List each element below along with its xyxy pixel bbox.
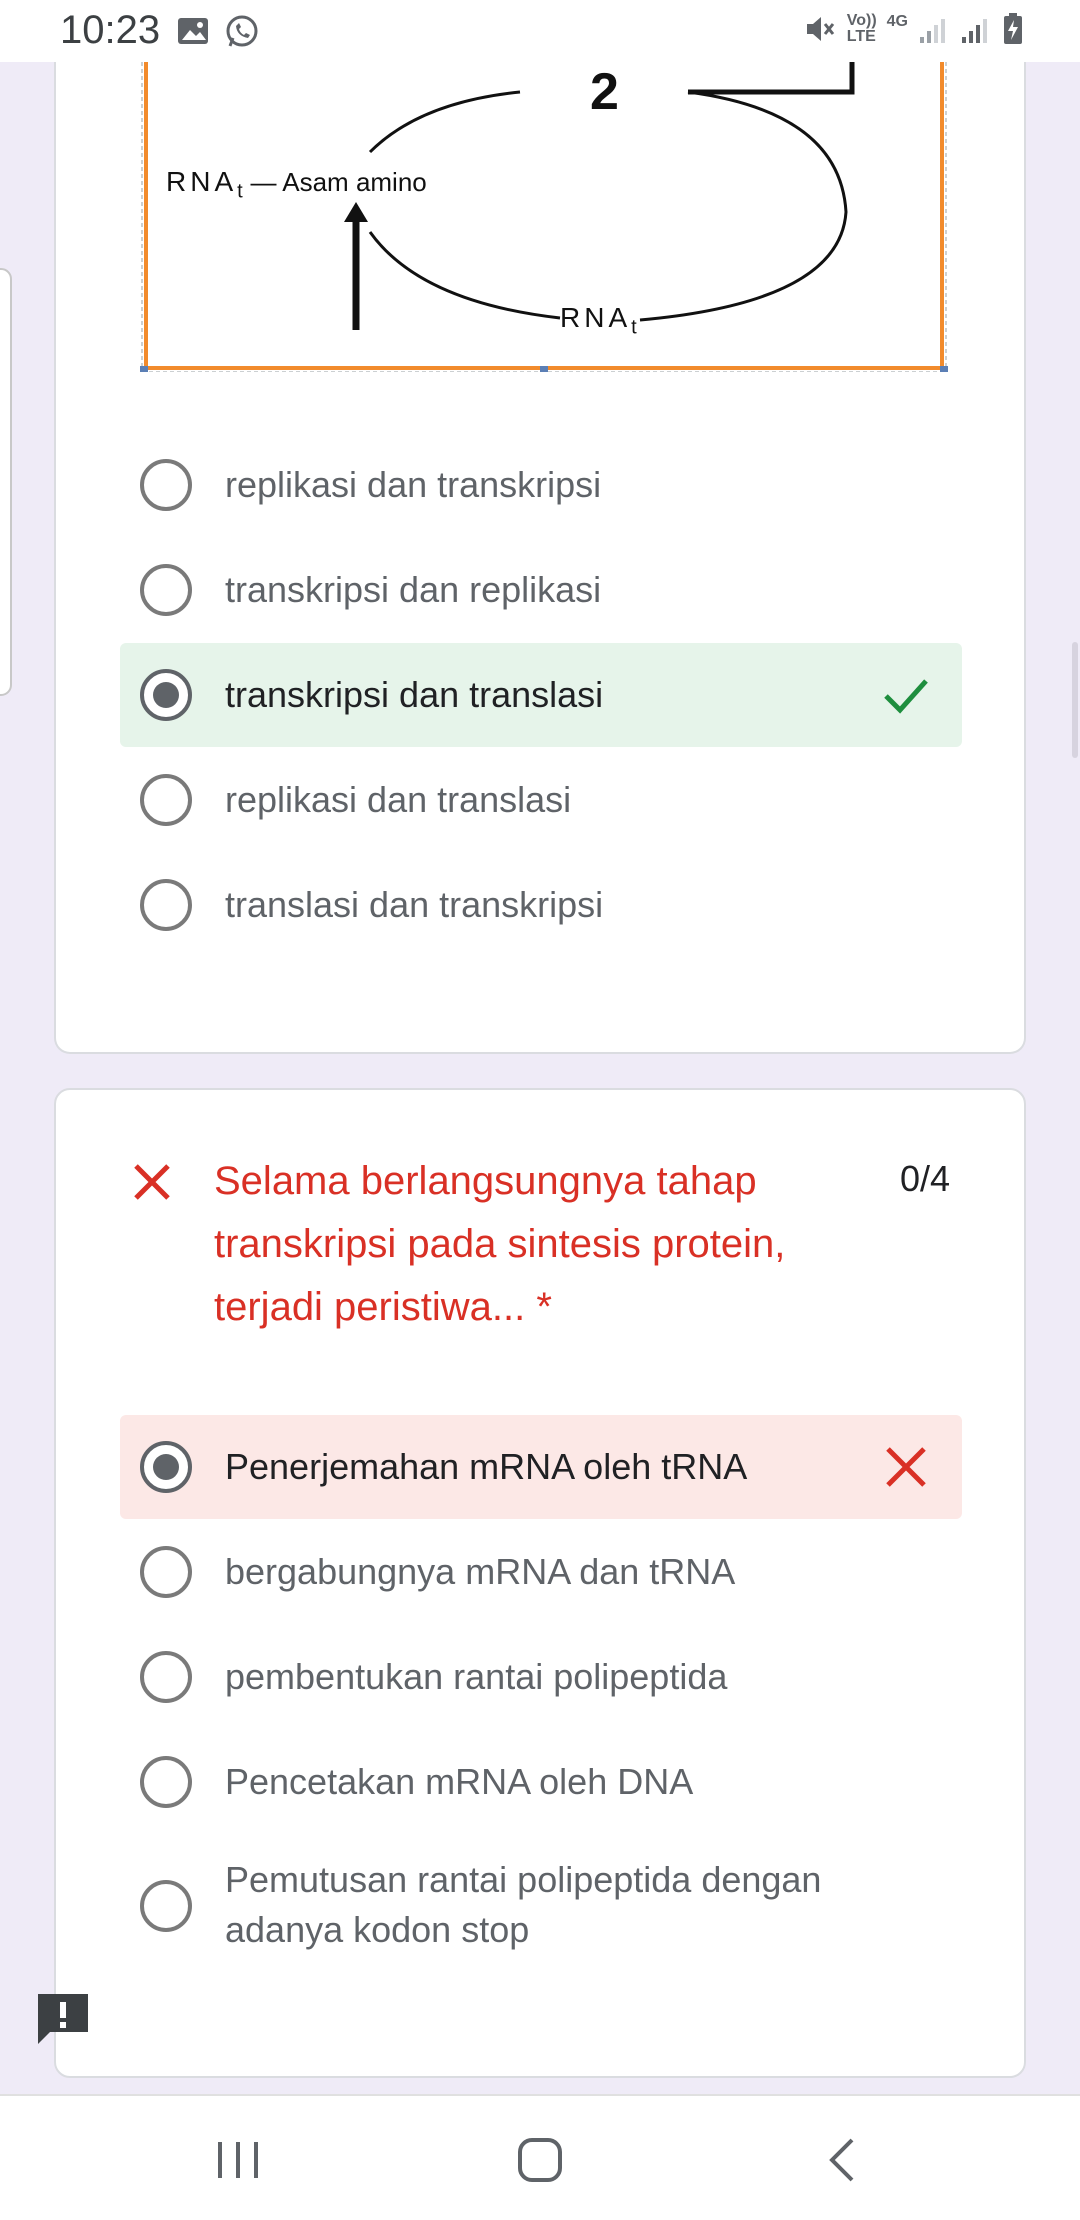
option-label: Penerjemahan mRNA oleh tRNA xyxy=(225,1446,748,1487)
q2-option-3[interactable]: pembentukan rantai polipeptida xyxy=(120,1625,962,1729)
navigation-bar xyxy=(0,2094,1080,2220)
radio-button-selected[interactable] xyxy=(140,1441,192,1493)
status-bar: 10:23 Vo)) LTE 4G xyxy=(0,0,1080,62)
battery-icon xyxy=(1004,13,1022,44)
recent-apps-icon[interactable] xyxy=(208,2132,268,2188)
question-title: Selama berlangsungnya tahap transkripsi … xyxy=(214,1159,786,1329)
home-icon[interactable] xyxy=(510,2132,570,2188)
image-icon xyxy=(178,18,208,44)
q2-option-5[interactable]: Pemutusan rantai polipeptida dengan adan… xyxy=(120,1835,962,1977)
diagram-left-label-suffix: — Asam amino xyxy=(250,167,427,197)
option-label: replikasi dan transkripsi xyxy=(225,464,602,505)
diagram-left-label-rna: RNA xyxy=(166,166,238,197)
question-diagram: 2 RNAt — Asam amino RNAt xyxy=(140,62,948,374)
mute-icon xyxy=(806,17,834,41)
option-label: pembentukan rantai polipeptida xyxy=(225,1656,728,1697)
radio-button[interactable] xyxy=(140,879,192,931)
option-label: Pemutusan rantai polipeptida dengan adan… xyxy=(225,1859,822,1950)
signal-icon xyxy=(920,19,945,43)
feedback-icon[interactable] xyxy=(36,1992,90,2046)
diagram-bottom-label-sub: t xyxy=(631,316,637,339)
option-label: Pencetakan mRNA oleh DNA xyxy=(225,1761,694,1802)
network-4g: 4G xyxy=(886,13,908,30)
volte-indicator: Vo)) LTE xyxy=(847,13,877,45)
protein-synthesis-diagram xyxy=(140,62,948,374)
q2-option-4[interactable]: Pencetakan mRNA oleh DNA xyxy=(120,1730,962,1834)
radio-button[interactable] xyxy=(140,1546,192,1598)
q1-option-5[interactable]: translasi dan transkripsi xyxy=(120,853,962,957)
whatsapp-icon xyxy=(226,15,258,47)
status-icons-left xyxy=(176,14,260,50)
radio-button[interactable] xyxy=(140,564,192,616)
network-label-bottom: LTE xyxy=(846,28,876,45)
q2-option-1[interactable]: Penerjemahan mRNA oleh tRNA xyxy=(120,1415,962,1519)
status-icons-right: Vo)) LTE 4G xyxy=(803,12,1024,46)
q1-option-3[interactable]: transkripsi dan translasi xyxy=(120,643,962,747)
option-label: translasi dan transkripsi xyxy=(225,884,604,925)
back-icon[interactable] xyxy=(812,2132,872,2188)
option-label: bergabungnya mRNA dan tRNA xyxy=(225,1551,736,1592)
diagram-bottom-label-rna: RNA xyxy=(560,302,632,333)
question-score: 0/4 xyxy=(900,1158,951,1199)
diagram-bottom-label: RNAt xyxy=(560,302,637,340)
incorrect-icon xyxy=(886,1447,926,1487)
radio-button[interactable] xyxy=(140,1756,192,1808)
option-label: transkripsi dan replikasi xyxy=(225,569,602,610)
network-label-top: Vo)) xyxy=(846,12,877,29)
diagram-left-label-sub: t xyxy=(237,180,243,203)
scrollbar[interactable] xyxy=(1072,642,1078,758)
q1-option-4[interactable]: replikasi dan translasi xyxy=(120,748,962,852)
radio-button[interactable] xyxy=(140,1651,192,1703)
diagram-number-label: 2 xyxy=(590,63,619,121)
option-label: replikasi dan translasi xyxy=(225,779,572,820)
signal-icon xyxy=(962,19,987,43)
q1-option-1[interactable]: replikasi dan transkripsi xyxy=(120,433,962,537)
q1-option-2[interactable]: transkripsi dan replikasi xyxy=(120,538,962,642)
diagram-left-label: RNAt — Asam amino xyxy=(166,166,427,204)
q2-option-2[interactable]: bergabungnya mRNA dan tRNA xyxy=(120,1520,962,1624)
radio-button-selected[interactable] xyxy=(140,669,192,721)
option-label: transkripsi dan translasi xyxy=(225,674,604,715)
radio-button[interactable] xyxy=(140,459,192,511)
radio-button[interactable] xyxy=(140,1880,192,1932)
status-time: 10:23 xyxy=(60,8,161,52)
incorrect-icon xyxy=(134,1164,170,1200)
radio-button[interactable] xyxy=(140,774,192,826)
side-panel-handle[interactable] xyxy=(0,268,12,696)
check-icon xyxy=(884,679,928,714)
